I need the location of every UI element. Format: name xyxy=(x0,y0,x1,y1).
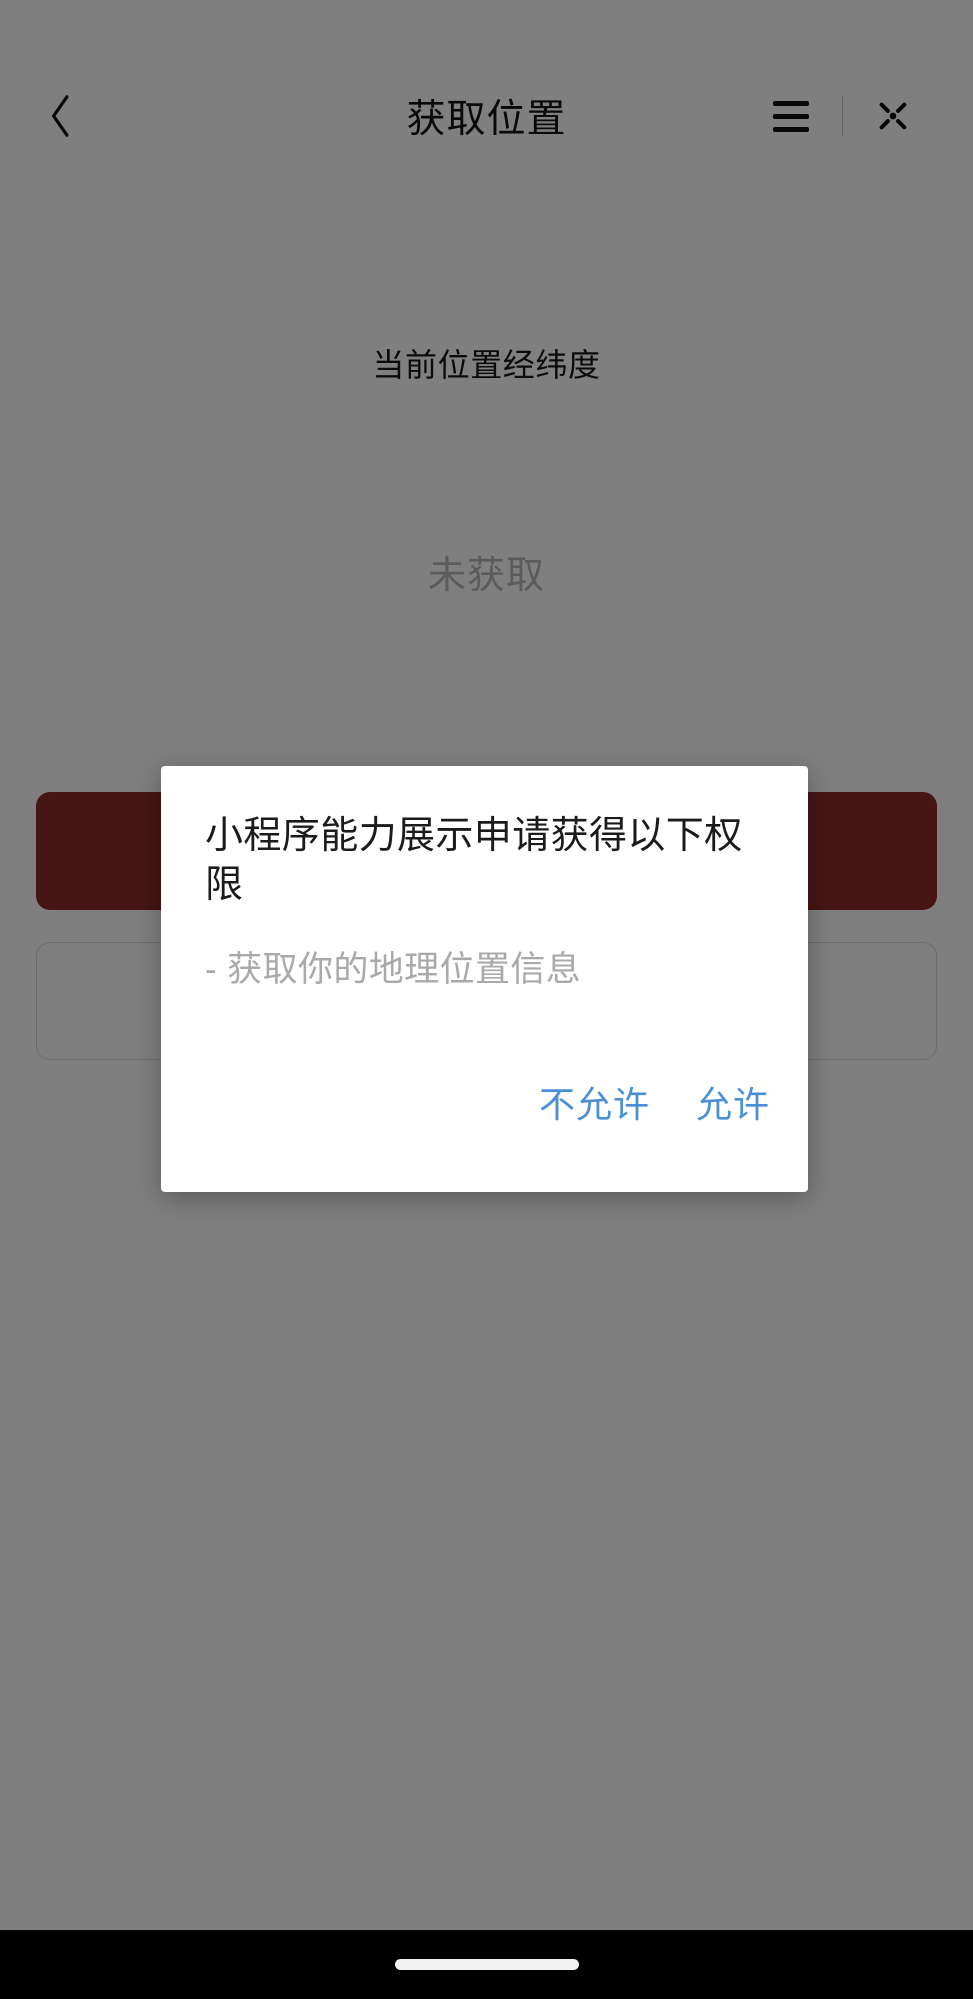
dialog-message: - 获取你的地理位置信息 xyxy=(205,949,582,989)
dialog-actions: 不允许 允许 xyxy=(535,1070,774,1134)
deny-button[interactable]: 不允许 xyxy=(535,1070,654,1134)
system-navigation-bar xyxy=(0,1930,973,1999)
dialog-title: 小程序能力展示申请获得以下权限 xyxy=(205,815,743,907)
permission-dialog: 小程序能力展示申请获得以下权限 - 获取你的地理位置信息 不允许 允许 xyxy=(161,766,808,1192)
allow-button[interactable]: 允许 xyxy=(692,1070,774,1134)
home-indicator[interactable] xyxy=(394,1959,579,1970)
phone-screen: 当前位置经纬度 未获取 获取位置 打开地图选择位置 12:55 xyxy=(0,0,973,1999)
